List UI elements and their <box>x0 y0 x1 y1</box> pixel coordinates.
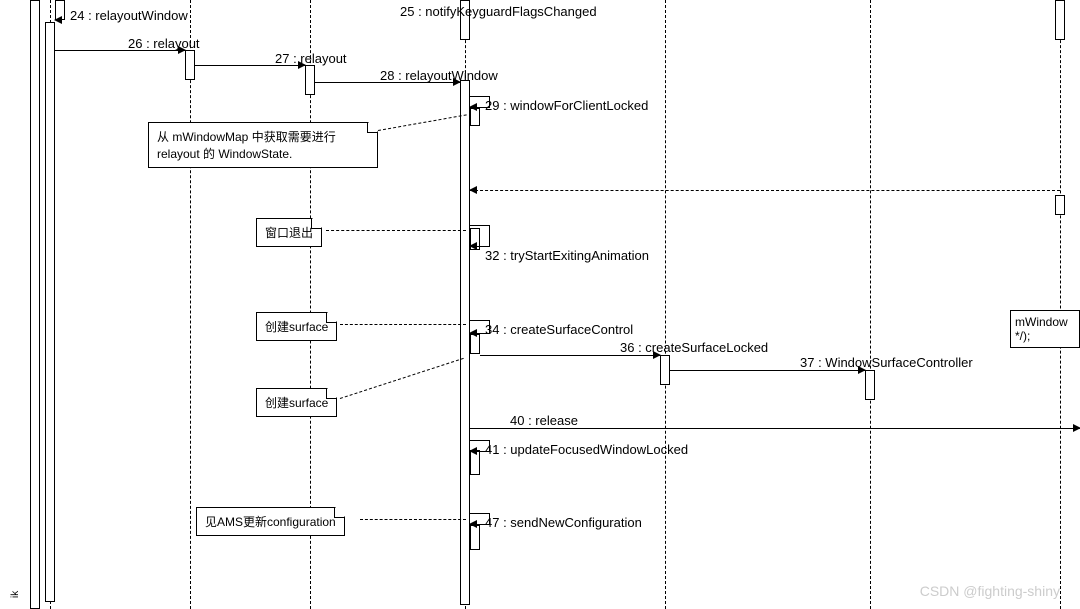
note-5-text: 见AMS更新configuration <box>205 515 336 529</box>
msg-24-label: 24 : relayoutWindow <box>70 8 188 23</box>
arrow-34 <box>470 320 490 334</box>
overflow-text: mWindow */); <box>1015 315 1068 343</box>
arrow-41 <box>470 440 490 452</box>
activation <box>185 50 195 80</box>
msg-29-label: 29 : windowForClientLocked <box>485 98 648 113</box>
note-4: 创建surface <box>256 388 337 417</box>
activation <box>660 355 670 385</box>
side-label: ik <box>10 591 21 598</box>
arrow-32 <box>470 225 490 247</box>
arrow-29 <box>470 96 490 108</box>
note-line-2 <box>326 230 466 231</box>
watermark: CSDN @fighting-shiny <box>920 583 1060 599</box>
msg-26-label: 26 : relayout <box>128 36 200 51</box>
msg-41-label: 41 : updateFocusedWindowLocked <box>485 442 688 457</box>
note-3-text: 创建surface <box>265 320 328 334</box>
arrow-47 <box>470 513 490 525</box>
arrow-28 <box>315 82 460 83</box>
msg-37-label: 37 : WindowSurfaceController <box>800 355 973 370</box>
overflow-box: mWindow */); <box>1010 310 1080 348</box>
activation <box>470 334 480 354</box>
note-1: 从 mWindowMap 中获取需要进行 relayout 的 WindowSt… <box>148 122 378 168</box>
activation <box>1055 195 1065 215</box>
note-2-text: 窗口退出 <box>265 226 313 240</box>
return-arrow-1 <box>470 190 1060 191</box>
msg-32-label: 32 : tryStartExitingAnimation <box>485 248 649 263</box>
arrow-37 <box>670 370 865 371</box>
lifeline-7 <box>1060 0 1061 609</box>
note-2: 窗口退出 <box>256 218 322 247</box>
note-line-4 <box>340 358 464 399</box>
arrow-26 <box>55 50 185 51</box>
msg-40-label: 40 : release <box>510 413 578 428</box>
msg-25-label: 25 : notifyKeyguardFlagsChanged <box>400 4 597 19</box>
arrow-40 <box>470 428 1080 429</box>
msg-47-label: 47 : sendNewConfiguration <box>485 515 642 530</box>
activation <box>1055 0 1065 40</box>
activation <box>305 65 315 95</box>
lifeline-2 <box>190 0 191 609</box>
activation <box>865 370 875 400</box>
msg-28-label: 28 : relayoutWindow <box>380 68 498 83</box>
note-1-text: 从 mWindowMap 中获取需要进行 relayout 的 WindowSt… <box>157 130 336 161</box>
lifeline-6 <box>870 0 871 609</box>
msg-36-label: 36 : createSurfaceLocked <box>620 340 768 355</box>
activation <box>470 525 480 550</box>
arrow-24 <box>55 19 65 20</box>
note-line-3 <box>340 324 466 325</box>
lifeline-5 <box>665 0 666 609</box>
activation <box>30 0 40 609</box>
note-5: 见AMS更新configuration <box>196 507 345 536</box>
note-line-1 <box>378 114 467 131</box>
note-4-text: 创建surface <box>265 396 328 410</box>
note-3: 创建surface <box>256 312 337 341</box>
activation <box>45 22 55 602</box>
msg-27-label: 27 : relayout <box>275 51 347 66</box>
arrow-36 <box>480 355 660 356</box>
msg-34-label: 34 : createSurfaceControl <box>485 322 633 337</box>
arrow-27 <box>195 65 305 66</box>
note-line-5 <box>360 519 466 520</box>
